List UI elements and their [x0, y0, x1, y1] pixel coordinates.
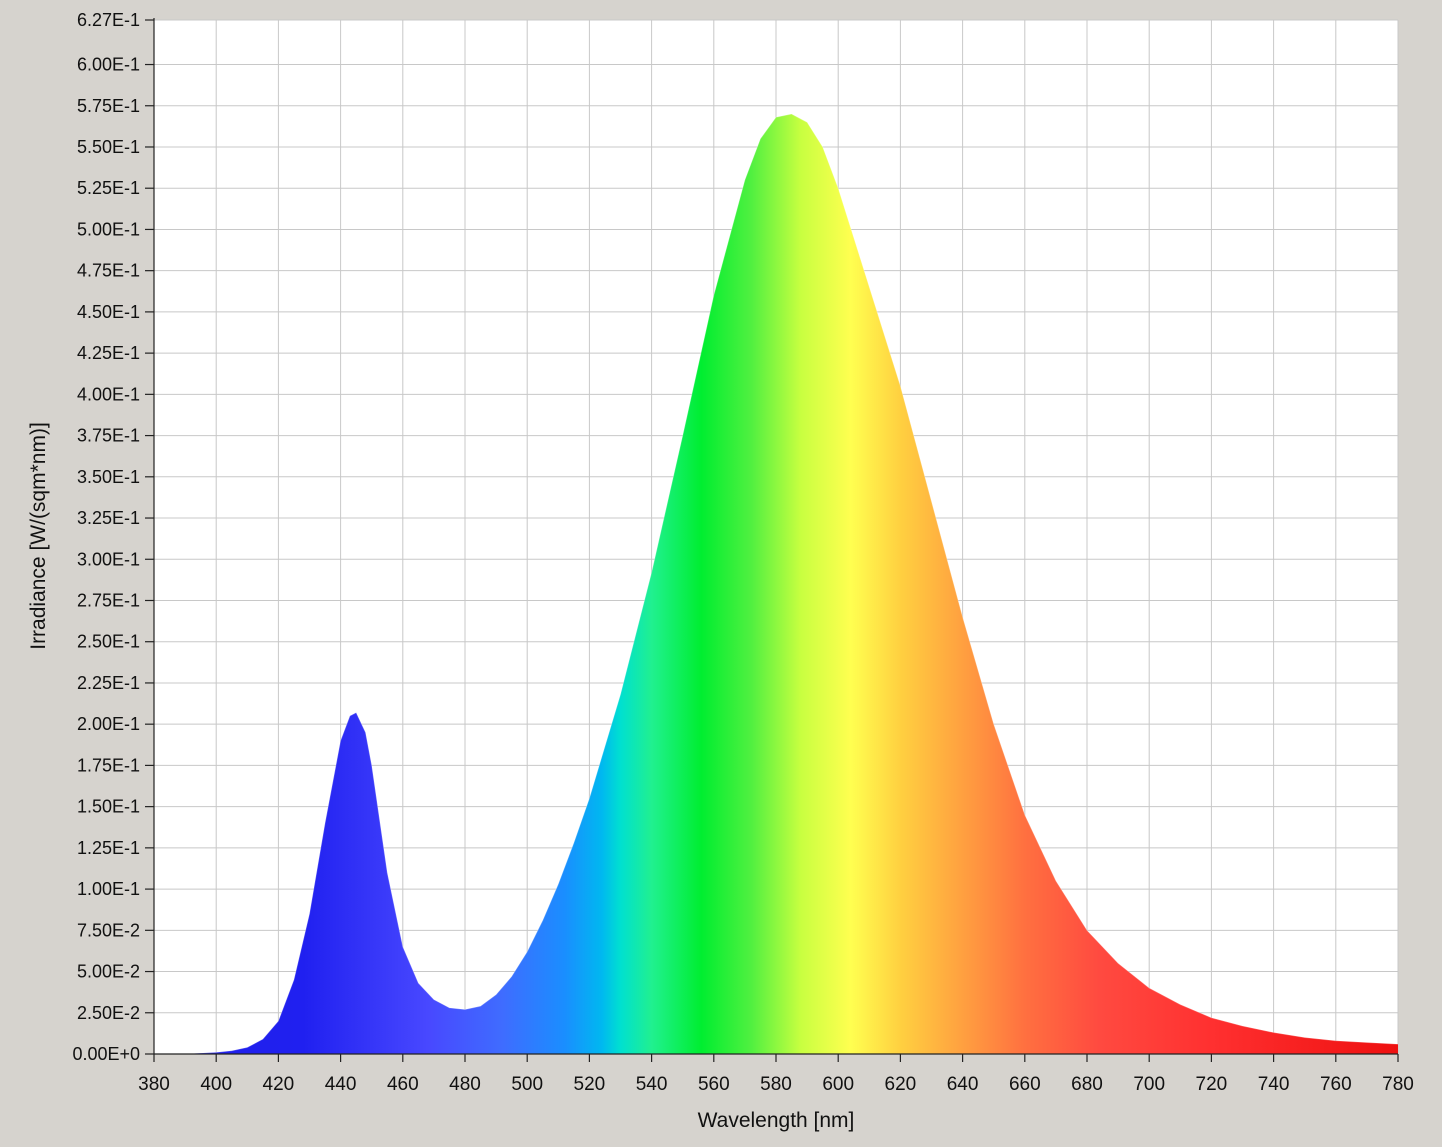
- spectrum-chart: 0.00E+0 2.50E-2 5.00E-2 7.50E-2 1.00E-1 1.25E…: [27, 10, 1414, 1132]
- y-tick-label: 2.75E-1: [77, 590, 140, 610]
- x-axis-ticks: 380 400 420 440 460 480 500 520 540 560 580 600 620 6…: [138, 1054, 1414, 1095]
- x-tick-label: 540: [636, 1074, 668, 1095]
- x-tick-label: 500: [511, 1074, 543, 1095]
- x-tick-label: 620: [885, 1074, 917, 1095]
- y-tick-label: 4.00E-1: [77, 384, 140, 404]
- y-tick-label: 2.50E-2: [77, 1003, 140, 1023]
- x-tick-label: 760: [1320, 1074, 1352, 1095]
- y-tick-label: 1.25E-1: [77, 838, 140, 858]
- x-tick-label: 560: [698, 1074, 730, 1095]
- y-tick-label: 6.00E-1: [77, 55, 140, 75]
- y-tick-label: 3.25E-1: [77, 508, 140, 528]
- chart-frame: 0.00E+0 2.50E-2 5.00E-2 7.50E-2 1.00E-1 1.25E…: [0, 0, 1442, 1147]
- x-tick-label: 460: [387, 1074, 419, 1095]
- x-tick-label: 520: [574, 1074, 606, 1095]
- x-tick-label: 440: [325, 1074, 357, 1095]
- y-tick-label: 7.50E-2: [77, 920, 140, 940]
- y-tick-label: 4.75E-1: [77, 261, 140, 281]
- y-tick-label: 3.50E-1: [77, 467, 140, 487]
- y-tick-label: 6.27E-1: [77, 10, 140, 30]
- y-axis-ticks: 0.00E+0 2.50E-2 5.00E-2 7.50E-2 1.00E-1 1.25E…: [72, 10, 154, 1064]
- x-tick-label: 380: [138, 1074, 170, 1095]
- x-tick-label: 580: [760, 1074, 792, 1095]
- y-tick-label: 0.00E+0: [72, 1044, 140, 1064]
- x-tick-label: 700: [1133, 1074, 1165, 1095]
- y-tick-label: 2.00E-1: [77, 714, 140, 734]
- y-axis-title: Irradiance [W/(sqm*nm)]: [27, 422, 50, 650]
- y-tick-label: 4.50E-1: [77, 302, 140, 322]
- x-tick-label: 640: [947, 1074, 979, 1095]
- x-axis-title: Wavelength [nm]: [698, 1109, 855, 1132]
- y-tick-label: 4.25E-1: [77, 343, 140, 363]
- y-tick-label: 3.00E-1: [77, 549, 140, 569]
- x-tick-label: 740: [1258, 1074, 1290, 1095]
- y-tick-label: 5.25E-1: [77, 178, 140, 198]
- x-tick-label: 680: [1071, 1074, 1103, 1095]
- y-tick-label: 2.25E-1: [77, 673, 140, 693]
- x-tick-label: 720: [1196, 1074, 1228, 1095]
- x-tick-label: 780: [1382, 1074, 1414, 1095]
- y-tick-label: 1.75E-1: [77, 755, 140, 775]
- y-tick-label: 3.75E-1: [77, 426, 140, 446]
- y-tick-label: 5.00E-2: [77, 962, 140, 982]
- x-tick-label: 660: [1009, 1074, 1041, 1095]
- y-tick-label: 1.50E-1: [77, 797, 140, 817]
- x-tick-label: 420: [263, 1074, 295, 1095]
- x-tick-label: 600: [822, 1074, 854, 1095]
- x-tick-label: 400: [200, 1074, 232, 1095]
- y-tick-label: 1.00E-1: [77, 879, 140, 899]
- y-tick-label: 5.50E-1: [77, 137, 140, 157]
- y-tick-label: 2.50E-1: [77, 632, 140, 652]
- x-tick-label: 480: [449, 1074, 481, 1095]
- y-tick-label: 5.75E-1: [77, 96, 140, 116]
- y-tick-label: 5.00E-1: [77, 219, 140, 239]
